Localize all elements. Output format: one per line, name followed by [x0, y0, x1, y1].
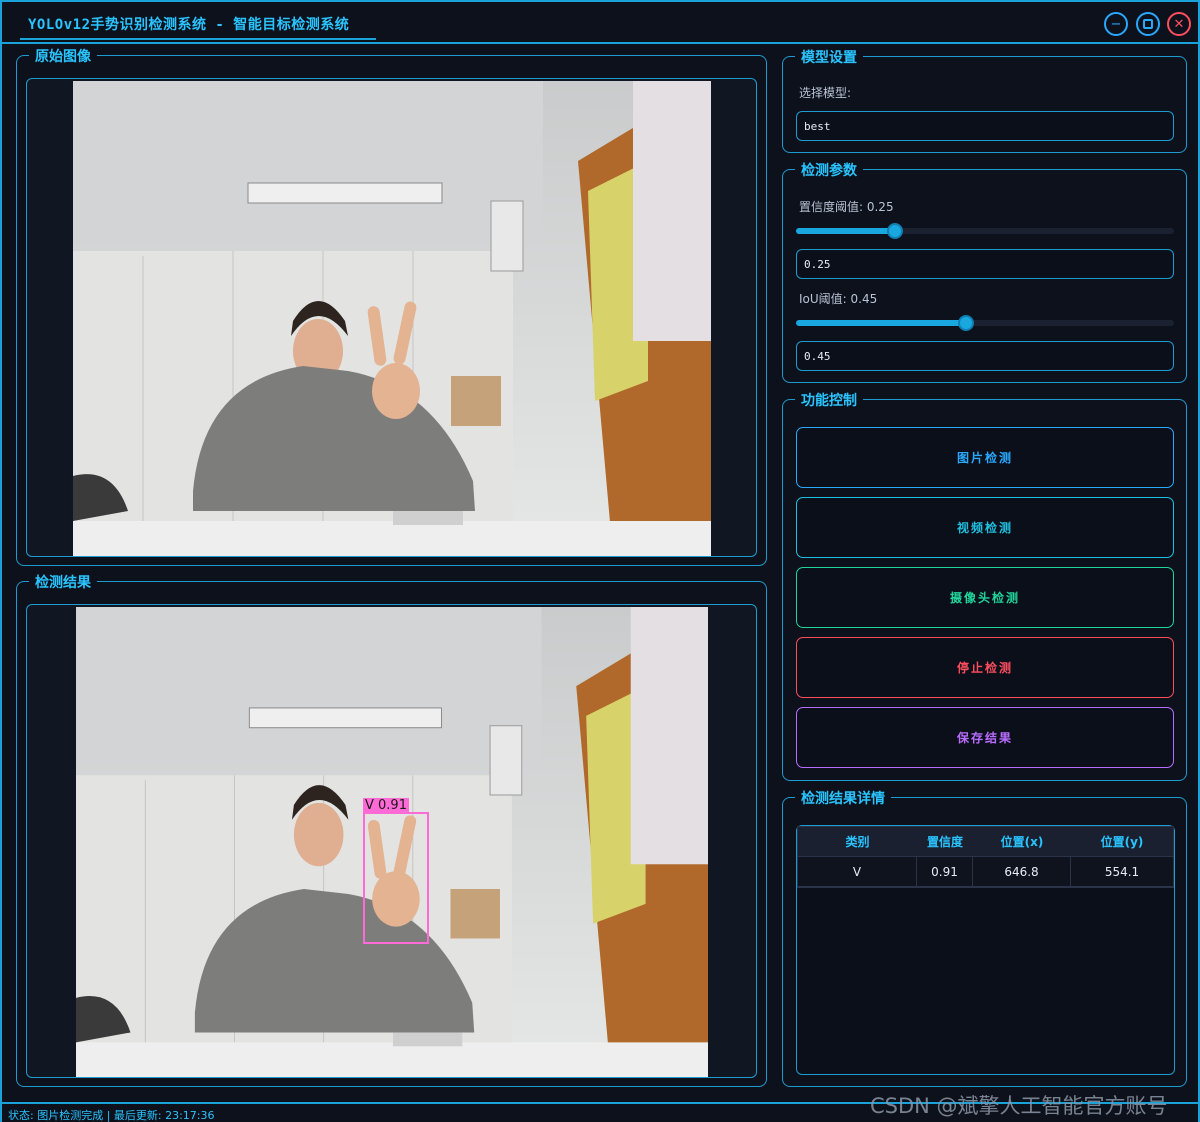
results-table-header: 类别 置信度 位置(x) 位置(y) — [798, 827, 1173, 857]
table-row[interactable]: V 0.91 646.8 554.1 — [798, 857, 1173, 887]
stop-detect-button[interactable]: 停止检测 — [796, 637, 1174, 698]
minimize-button[interactable]: − — [1104, 12, 1128, 36]
window-title: YOLOv12手势识别检测系统 - 智能目标检测系统 — [28, 17, 350, 33]
model-select-label: 选择模型: — [799, 86, 852, 100]
col-confidence[interactable]: 置信度 — [917, 827, 973, 856]
iou-slider-handle[interactable] — [958, 315, 974, 331]
conf-threshold-label: 置信度阈值: 0.25 — [799, 200, 894, 214]
camera-detect-button[interactable]: 摄像头检测 — [796, 567, 1174, 628]
title-underline — [20, 38, 376, 40]
cell-pos-x: 646.8 — [973, 857, 1071, 886]
iou-threshold-label: IoU阈值: 0.45 — [799, 292, 878, 306]
cell-pos-y: 554.1 — [1104, 864, 1140, 879]
col-class[interactable]: 类别 — [798, 827, 917, 856]
status-text: 状态: 图片检测完成 | 最后更新: 23:17:36 — [8, 1109, 215, 1122]
result-image-frame: V 0.91 — [26, 604, 757, 1078]
col-pos-x[interactable]: 位置(x) — [973, 827, 1071, 856]
model-settings-title: 模型设置 — [795, 47, 863, 67]
original-image-title: 原始图像 — [29, 46, 97, 66]
detection-box — [363, 812, 429, 944]
original-image — [73, 81, 711, 556]
video-detect-button[interactable]: 视频检测 — [796, 497, 1174, 558]
detection-box-label: V 0.91 — [363, 798, 409, 813]
results-table: 类别 置信度 位置(x) 位置(y) V 0.91 646.8 554.1 — [797, 826, 1174, 888]
iou-threshold-slider[interactable] — [796, 315, 1174, 331]
maximize-button[interactable] — [1136, 12, 1160, 36]
iou-threshold-field[interactable]: 0.45 — [796, 341, 1174, 371]
conf-threshold-slider[interactable] — [796, 223, 1174, 239]
image-detect-button[interactable]: 图片检测 — [796, 427, 1174, 488]
conf-slider-handle[interactable] — [887, 223, 903, 239]
app-window: YOLOv12手势识别检测系统 - 智能目标检测系统 − ✕ 原始图像 检测结果… — [0, 0, 1200, 1122]
result-image-title: 检测结果 — [29, 572, 97, 592]
save-result-button[interactable]: 保存结果 — [796, 707, 1174, 768]
minimize-icon: − — [1110, 16, 1122, 32]
detection-params-title: 检测参数 — [795, 160, 863, 180]
title-bar[interactable]: YOLOv12手势识别检测系统 - 智能目标检测系统 − ✕ — [2, 2, 1198, 44]
maximize-icon — [1143, 19, 1153, 29]
close-button[interactable]: ✕ — [1167, 12, 1191, 36]
cell-class: V — [798, 857, 917, 886]
original-image-frame — [26, 78, 757, 557]
function-control-title: 功能控制 — [795, 390, 863, 410]
watermark: CSDN @斌擎人工智能官方账号 — [870, 1094, 1168, 1118]
close-icon: ✕ — [1173, 16, 1185, 32]
model-select[interactable]: best — [796, 111, 1174, 141]
conf-slider-fill — [796, 228, 895, 234]
conf-threshold-field[interactable]: 0.25 — [796, 249, 1174, 279]
cell-confidence: 0.91 — [917, 857, 973, 886]
iou-slider-fill — [796, 320, 966, 326]
col-pos-y[interactable]: 位置(y) — [1071, 827, 1173, 856]
results-detail-title: 检测结果详情 — [795, 788, 891, 808]
